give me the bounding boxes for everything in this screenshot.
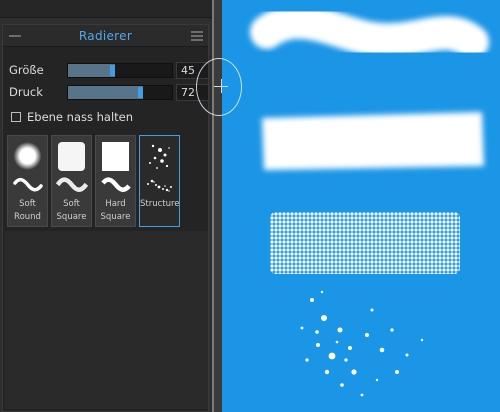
soft-square-tip-icon [58, 142, 85, 171]
canvas-strokes [250, 5, 489, 397]
collapse-icon[interactable] [9, 35, 21, 37]
brush-name: Soft Square [56, 199, 87, 222]
brush-name: Structure [140, 199, 180, 209]
brush-soft-square[interactable]: Soft Square [51, 135, 92, 227]
pressure-slider-thumb[interactable] [138, 86, 143, 98]
soft-square-stroke-icon [56, 177, 88, 192]
drawing-canvas[interactable] [222, 0, 500, 412]
structure-tip-icon [149, 144, 170, 169]
top-toolbar-strip [0, 0, 212, 18]
wet-layer-row[interactable]: Ebene nass halten [11, 110, 133, 124]
brush-cursor [196, 58, 242, 116]
panel-title: Radierer [78, 28, 133, 43]
hard-square-tip-icon [102, 142, 129, 171]
brush-structure[interactable]: Structure [139, 135, 180, 227]
soft-round-tip-icon [13, 142, 42, 170]
crosshair-vertical [221, 79, 222, 93]
soft-round-stroke-icon [13, 177, 43, 192]
pressure-slider-row: Druck 72 [9, 83, 209, 101]
pressure-label: Druck [9, 85, 43, 99]
eraser-panel: Radierer Größe 45 Druck 72 Ebene nass ha… [2, 24, 209, 412]
panel-empty-area [5, 231, 208, 409]
wet-layer-label: Ebene nass halten [27, 110, 134, 124]
brush-name: Hard Square [100, 199, 131, 222]
eraser-stroke-structure [300, 290, 424, 397]
size-slider-thumb[interactable] [110, 64, 115, 76]
brush-hard-square[interactable]: Hard Square [95, 135, 136, 227]
structure-stroke-icon [147, 179, 172, 192]
brush-name: Soft Round [14, 199, 41, 222]
brush-list: Soft Round Soft Square Hard Square Struc… [7, 135, 180, 227]
panel-header: Radierer [3, 25, 208, 47]
eraser-stroke-soft-round [250, 5, 489, 59]
brush-soft-round[interactable]: Soft Round [7, 135, 48, 227]
size-slider-fill [68, 63, 115, 77]
hard-square-stroke-icon [101, 177, 131, 192]
hamburger-menu-icon[interactable] [191, 31, 203, 41]
eraser-stroke-soft-square [262, 112, 484, 170]
wet-layer-checkbox[interactable] [11, 112, 21, 122]
pressure-slider-fill [68, 85, 143, 99]
size-label: Größe [9, 63, 44, 77]
size-slider-row: Größe 45 [9, 61, 209, 79]
eraser-stroke-hard-square [270, 212, 460, 274]
size-slider[interactable] [67, 62, 173, 78]
pressure-slider[interactable] [67, 84, 173, 100]
